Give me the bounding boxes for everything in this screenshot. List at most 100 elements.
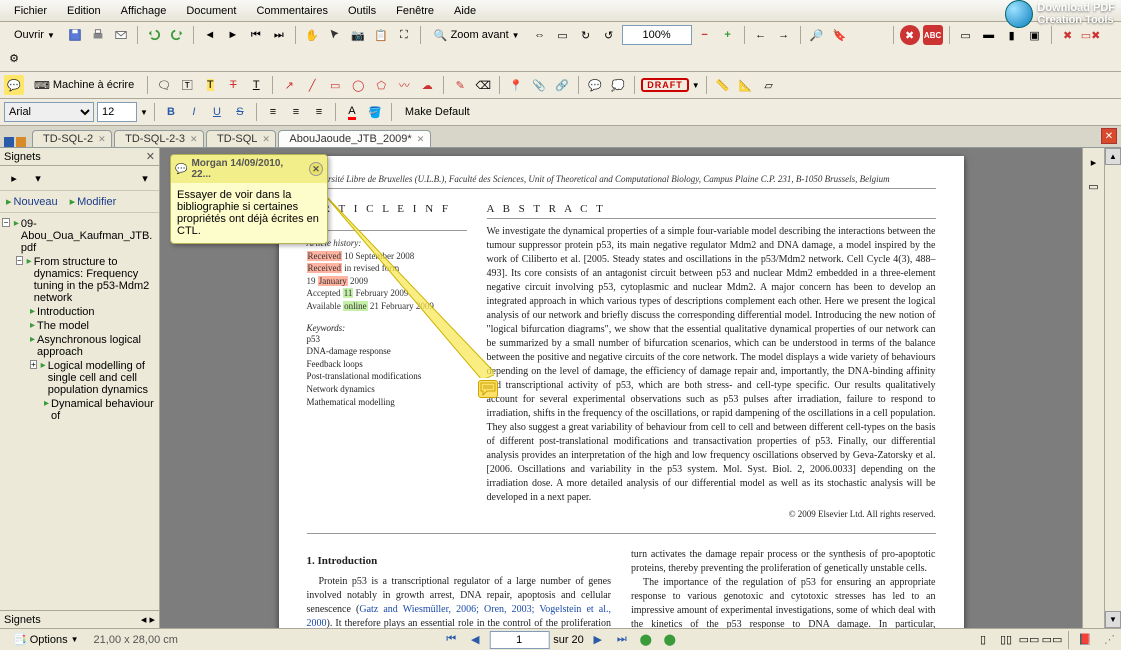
new-bookmark-link[interactable]: ▸Nouveau (6, 195, 58, 208)
abc-icon[interactable]: ABC (923, 25, 943, 45)
prev-page-icon[interactable]: ◄ (200, 25, 220, 45)
font-select[interactable]: Arial (4, 102, 94, 122)
eraser-tool-icon[interactable]: ⌫ (473, 75, 493, 95)
menu-edition[interactable]: Edition (57, 2, 111, 20)
tab-tdsql23[interactable]: TD-SQL-2-3✕ (114, 130, 204, 147)
note-icon[interactable]: 💬 (4, 75, 24, 95)
link-icon[interactable]: 🔗 (552, 75, 572, 95)
select-tool-icon[interactable] (325, 25, 345, 45)
italic-icon[interactable]: I (184, 102, 204, 122)
tree-item[interactable]: +▸Logical modelling of single cell and c… (2, 359, 157, 397)
line-tool-icon[interactable]: ╱ (302, 75, 322, 95)
tree-item[interactable]: ▸Dynamical behaviour of (2, 397, 157, 423)
first-page-nav-icon[interactable]: ⏮ (441, 631, 461, 649)
underline-icon[interactable]: T (246, 75, 266, 95)
stamp-icon[interactable]: 📍 (506, 75, 526, 95)
tree-item[interactable]: −▸From structure to dynamics: Frequency … (2, 255, 157, 305)
pdf-icon[interactable]: 📕 (1075, 630, 1095, 650)
cascade-icon[interactable]: ▣ (1025, 25, 1045, 45)
stop-icon[interactable]: ✖ (900, 25, 920, 45)
rect-tool-icon[interactable]: ▭ (325, 75, 345, 95)
hide-comments-icon[interactable]: 💭 (608, 75, 628, 95)
next-page-icon[interactable]: ► (223, 25, 243, 45)
settings-icon[interactable]: ⚙ (4, 48, 24, 68)
zoom-out-icon[interactable]: − (695, 25, 715, 45)
fill-color-icon[interactable]: 🪣 (365, 102, 385, 122)
show-comments-icon[interactable]: 💬 (585, 75, 605, 95)
search-icon[interactable]: 🔎 (807, 25, 827, 45)
scroll-up-icon[interactable]: ▲ (1105, 148, 1121, 165)
perimeter-icon[interactable]: 📐 (736, 75, 756, 95)
tree-item[interactable]: ▸Introduction (2, 305, 157, 319)
tab-tdsql2[interactable]: TD-SQL-2✕ (32, 130, 112, 147)
bold-icon[interactable]: B (161, 102, 181, 122)
page-number-input[interactable] (489, 631, 549, 649)
tile-v-icon[interactable]: ▮ (1002, 25, 1022, 45)
nav-fwd-icon[interactable]: ⬤ (660, 631, 680, 649)
last-page-nav-icon[interactable]: ⏭ (612, 631, 632, 649)
find-next-icon[interactable]: → (774, 25, 794, 45)
highlight-icon[interactable]: T (200, 75, 220, 95)
comment-marker-icon[interactable] (478, 380, 498, 398)
undo-icon[interactable] (144, 25, 164, 45)
options-button[interactable]: 📑 Options ▼ (6, 630, 86, 650)
tab-tdsql[interactable]: TD-SQL✕ (206, 130, 276, 147)
modify-bookmark-link[interactable]: ▸Modifier (70, 195, 117, 208)
nav-back-icon[interactable]: ⬤ (636, 631, 656, 649)
close-all-tabs[interactable]: ✕ (1101, 128, 1117, 144)
fit-page-icon[interactable]: ▭ (553, 25, 573, 45)
zoom-in-icon[interactable]: + (718, 25, 738, 45)
delete-red-icon[interactable]: ✖ (1058, 25, 1078, 45)
tree-item[interactable]: −▸09-Abou_Oua_Kaufman_JTB.pdf (2, 217, 157, 255)
arrow-tool-icon[interactable]: ↗ (279, 75, 299, 95)
typewriter-button[interactable]: ⌨ Machine à écrire (27, 75, 141, 95)
snapshot-icon[interactable]: 📷 (348, 25, 368, 45)
save-icon[interactable] (65, 25, 85, 45)
sticky-close-icon[interactable]: ✕ (309, 162, 323, 176)
vertical-scrollbar[interactable]: ▲ ▼ (1104, 148, 1121, 628)
full-screen-icon[interactable]: ⛶ (394, 25, 414, 45)
document-viewport[interactable]: 💬 Morgan 14/09/2010, 22... ✕ Essayer de … (160, 148, 1082, 628)
download-pdf-badge[interactable]: Download PDFCreation Tools (1005, 0, 1115, 28)
font-size-input[interactable] (97, 102, 137, 122)
sticky-body[interactable]: Essayer de voir dans la bibliographie si… (171, 183, 327, 243)
tree-item[interactable]: ▸The model (2, 319, 157, 333)
align-center-icon[interactable]: ≡ (286, 102, 306, 122)
first-page-icon[interactable]: ⏮ (246, 25, 266, 45)
menu-aide[interactable]: Aide (444, 2, 486, 20)
panel-toggle-icon[interactable]: ▸ (1084, 152, 1104, 172)
menu-fenetre[interactable]: Fenêtre (386, 2, 444, 20)
cloud-tool-icon[interactable]: ☁ (417, 75, 437, 95)
menu-commentaires[interactable]: Commentaires (246, 2, 338, 20)
menu-outils[interactable]: Outils (338, 2, 386, 20)
tree-item[interactable]: ▸Asynchronous logical approach (2, 333, 157, 359)
form-tool-icon[interactable]: ▭ (956, 25, 976, 45)
delete-selection-icon[interactable]: ▭✖ (1081, 25, 1101, 45)
prev-page-nav-icon[interactable]: ◀ (465, 631, 485, 649)
strike-fmt-icon[interactable]: S (230, 102, 250, 122)
sticky-note-popup[interactable]: 💬 Morgan 14/09/2010, 22... ✕ Essayer de … (170, 154, 328, 244)
polyline-tool-icon[interactable]: 〰 (394, 75, 414, 95)
clipboard-icon[interactable]: 📋 (371, 25, 391, 45)
tile-orange-icon[interactable] (16, 137, 26, 147)
align-right-icon[interactable]: ≡ (309, 102, 329, 122)
open-button[interactable]: Ouvrir▼ (4, 25, 62, 45)
tab-aboujaoude[interactable]: AbouJaoude_JTB_2009*✕ (278, 130, 430, 147)
polygon-tool-icon[interactable]: ⬠ (371, 75, 391, 95)
tile-blue-icon[interactable] (4, 137, 14, 147)
draft-stamp[interactable]: DRAFT (641, 78, 689, 92)
redo-icon[interactable] (167, 25, 187, 45)
print-icon[interactable] (88, 25, 108, 45)
make-default-button[interactable]: Make Default (398, 102, 477, 122)
font-color-icon[interactable]: A (342, 102, 362, 122)
oval-tool-icon[interactable]: ◯ (348, 75, 368, 95)
side-menu-icon[interactable]: ▾ (135, 168, 155, 188)
next-page-nav-icon[interactable]: ▶ (588, 631, 608, 649)
close-icon[interactable]: ✕ (190, 134, 200, 144)
zoom-button[interactable]: 🔍 Zoom avant ▼ (427, 25, 527, 45)
menu-affichage[interactable]: Affichage (111, 2, 177, 20)
bookmark-icon[interactable]: 🔖 (830, 25, 850, 45)
resize-grip[interactable]: ⋰ (1104, 633, 1115, 646)
scroll-down-icon[interactable]: ▼ (1105, 611, 1121, 628)
callout-icon[interactable]: 🗨 (154, 75, 174, 95)
